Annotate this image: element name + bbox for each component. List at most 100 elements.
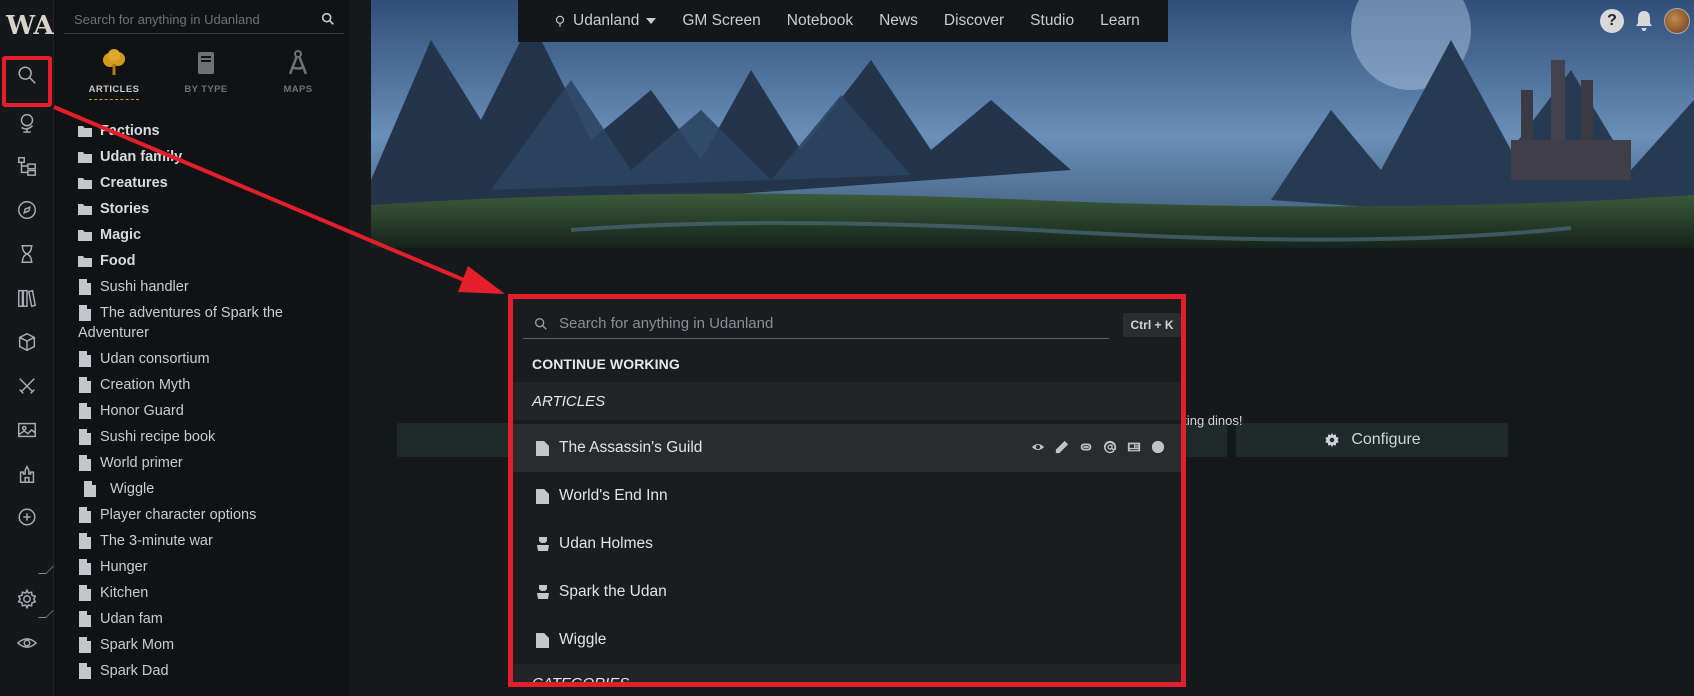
document-icon xyxy=(78,453,100,471)
tab-by-type[interactable]: BY TYPE xyxy=(160,48,252,104)
document-icon xyxy=(78,661,100,679)
tree-article[interactable]: The adventures of Spark the Adventurer xyxy=(78,303,348,343)
tree-article[interactable]: Udan fam xyxy=(78,609,348,629)
pencil-icon[interactable] xyxy=(1054,439,1069,454)
tree-item-label: World primer xyxy=(100,455,183,471)
result-item[interactable]: Spark the Udan xyxy=(513,568,1181,616)
app-root: WA Search for anything in Udanland ARTIC… xyxy=(0,0,1694,696)
tree-article[interactable]: Spark Dad xyxy=(78,661,348,681)
tree-folder[interactable]: Food xyxy=(78,251,348,271)
sidebar-search-input[interactable] xyxy=(64,12,320,27)
nav-studio[interactable]: Studio xyxy=(1030,12,1074,30)
tab-articles[interactable]: ARTICLES xyxy=(68,48,160,104)
tree-folder[interactable]: Magic xyxy=(78,225,348,245)
folder-icon xyxy=(78,147,100,165)
nav-notebook[interactable]: Notebook xyxy=(787,12,853,30)
tree-article[interactable]: Sushi recipe book xyxy=(78,427,348,447)
chevron-down-icon xyxy=(646,18,657,24)
tree-item-label: The 3-minute war xyxy=(100,533,213,549)
tree-folder[interactable]: Factions xyxy=(78,121,348,141)
folder-icon xyxy=(78,173,100,191)
tree-article[interactable]: Spark Mom xyxy=(78,635,348,655)
tree-item-label: Udan fam xyxy=(100,611,163,627)
tab-label: ARTICLES xyxy=(88,84,140,100)
cube-icon[interactable] xyxy=(12,327,42,357)
at-icon[interactable] xyxy=(1102,439,1117,454)
expand-corner-icon[interactable] xyxy=(38,566,54,574)
modal-search-input[interactable] xyxy=(559,315,1109,332)
nav-world-selector[interactable]: Udanland xyxy=(553,12,657,30)
help-button[interactable]: ? xyxy=(1600,9,1624,33)
newspaper-icon[interactable] xyxy=(1126,439,1141,454)
result-label: World's End Inn xyxy=(559,487,668,504)
sidebar: ARTICLES BY TYPE MAPS Factions Udan famil… xyxy=(54,0,350,696)
tree-article[interactable]: Hunger xyxy=(78,557,348,577)
continue-working-heading: CONTINUE WORKING xyxy=(532,356,680,372)
tree-folder[interactable]: Creatures xyxy=(78,173,348,193)
document-icon xyxy=(78,427,100,445)
document-icon xyxy=(83,479,105,497)
document-icon xyxy=(78,277,100,295)
eye-icon[interactable] xyxy=(1030,439,1045,454)
sidebar-tabs: ARTICLES BY TYPE MAPS xyxy=(68,48,344,104)
person-icon xyxy=(536,536,559,552)
folder-icon xyxy=(78,251,100,269)
tree-article[interactable]: The 3-minute war xyxy=(78,531,348,551)
tree-item-label: Spark Mom xyxy=(100,637,175,653)
tree-item-label: Kitchen xyxy=(100,585,149,601)
top-right-actions: ? xyxy=(1584,0,1694,42)
tree-article[interactable]: Honor Guard xyxy=(78,401,348,421)
person-icon xyxy=(536,584,559,600)
nav-news[interactable]: News xyxy=(879,12,918,30)
document-icon xyxy=(536,440,559,456)
hourglass-icon[interactable] xyxy=(12,239,42,269)
result-item[interactable]: The Assassin's Guild xyxy=(513,424,1181,472)
tree-article[interactable]: World primer xyxy=(78,453,348,473)
tree-item-label: Udan consortium xyxy=(100,351,210,367)
tree-item-label: Wiggle xyxy=(110,481,155,497)
image-icon[interactable] xyxy=(12,415,42,445)
tree-item-label: Stories xyxy=(100,201,150,217)
tree-article[interactable]: Udan consortium xyxy=(78,349,348,369)
gear-icon xyxy=(1325,432,1340,448)
result-item[interactable]: Udan Holmes xyxy=(513,520,1181,568)
nav-gm-screen[interactable]: GM Screen xyxy=(682,12,760,30)
configure-button: Configure xyxy=(1236,423,1508,457)
document-icon xyxy=(78,557,100,575)
tree-article[interactable]: Creation Myth xyxy=(78,375,348,395)
swords-icon[interactable] xyxy=(12,371,42,401)
tree-item-label: Honor Guard xyxy=(100,403,184,419)
bell-icon[interactable] xyxy=(1632,9,1656,33)
modal-search xyxy=(523,309,1109,339)
globe-icon[interactable] xyxy=(1150,439,1165,454)
nav-learn[interactable]: Learn xyxy=(1100,12,1140,30)
tree-folder[interactable]: Udan family xyxy=(78,147,348,167)
folder-icon xyxy=(78,121,100,139)
result-item[interactable]: Wiggle xyxy=(513,616,1181,664)
tab-label: BY TYPE xyxy=(184,84,228,95)
tab-maps[interactable]: MAPS xyxy=(252,48,344,104)
tree-item-label: Food xyxy=(100,253,136,269)
gear-icon[interactable] xyxy=(12,584,42,614)
result-item[interactable]: World's End Inn xyxy=(513,472,1181,520)
avatar[interactable] xyxy=(1664,8,1690,34)
nav-discover[interactable]: Discover xyxy=(944,12,1004,30)
search-icon[interactable] xyxy=(320,11,338,29)
link-icon[interactable] xyxy=(1078,439,1093,454)
castle-icon[interactable] xyxy=(12,459,42,489)
document-icon xyxy=(78,531,100,549)
worldanvil-logo[interactable]: WA xyxy=(6,6,54,46)
document-icon xyxy=(78,303,100,321)
sitemap-icon[interactable] xyxy=(12,151,42,181)
tree-article[interactable]: Sushi handler xyxy=(78,277,348,297)
tree-article[interactable]: Wiggle xyxy=(78,479,348,499)
compass-icon[interactable] xyxy=(12,195,42,225)
eye-icon[interactable] xyxy=(12,628,42,658)
tree-folder[interactable]: Stories xyxy=(78,199,348,219)
books-icon[interactable] xyxy=(12,283,42,313)
tree-article[interactable]: Player character options xyxy=(78,505,348,525)
globe-icon[interactable] xyxy=(12,107,42,137)
plus-icon[interactable] xyxy=(12,502,42,532)
tree-item-label: The adventures of Spark the Adventurer xyxy=(78,305,283,341)
tree-article[interactable]: Kitchen xyxy=(78,583,348,603)
